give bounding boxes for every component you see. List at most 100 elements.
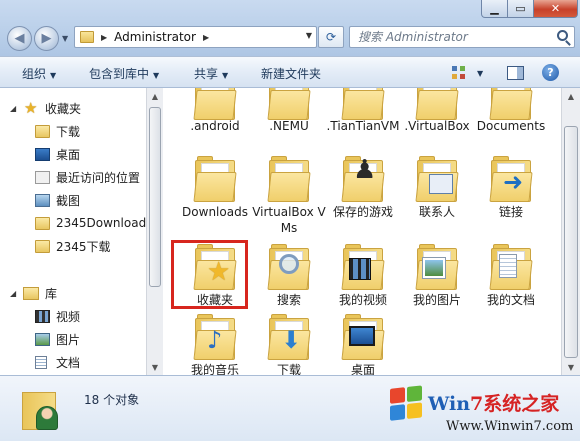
scroll-down-icon[interactable]: ▼ <box>147 359 163 375</box>
include-library-button[interactable]: 包含到库中 ▼ <box>89 65 159 82</box>
nav-libraries[interactable]: ◢ 库 <box>0 283 146 303</box>
nav-pictures[interactable]: 图片 <box>0 329 146 349</box>
nav-desktop[interactable]: 桌面 <box>0 144 146 164</box>
content-scroll-thumb[interactable] <box>564 126 578 358</box>
download-folder-icon <box>35 124 50 138</box>
preview-pane-icon[interactable] <box>507 66 524 80</box>
close-button[interactable]: ✕ <box>534 0 578 18</box>
new-folder-button[interactable]: 新建文件夹 <box>261 65 321 82</box>
folder-tiantianvm[interactable]: .TianTianVM <box>325 88 401 154</box>
refresh-icon: ⟳ <box>325 30 337 44</box>
nav-scrollbar[interactable]: ▲ ▼ <box>146 88 163 375</box>
folder-saved-games[interactable]: ♟ 保存的游戏 <box>325 156 401 238</box>
nav-favorites[interactable]: ◢ ★ 收藏夹 <box>0 98 146 118</box>
nav-2345download[interactable]: 2345下载 <box>0 236 146 256</box>
chevron-down-icon: ▼ <box>50 71 57 80</box>
share-button[interactable]: 共享 ▼ <box>194 65 228 82</box>
nav-pictures-label: 图片 <box>56 332 81 347</box>
scroll-up-icon[interactable]: ▲ <box>147 88 163 104</box>
minimize-icon: ▁ <box>490 2 499 15</box>
chevron-down-icon[interactable]: ▼ <box>477 69 483 78</box>
folder-icon <box>489 88 533 120</box>
recent-pages-dropdown[interactable]: ▼ <box>62 34 68 43</box>
nav-documents-label: 文档 <box>56 355 81 370</box>
content-scrollbar[interactable]: ▲ ▼ <box>561 88 580 375</box>
folder-label: .NEMU <box>269 119 309 133</box>
arrow-down-icon: ⬇ <box>281 326 302 354</box>
search-icon[interactable] <box>557 30 568 41</box>
logo-brand: Win7系统之家 <box>428 389 559 416</box>
folder-searches[interactable]: 搜索 <box>251 244 327 308</box>
forward-button[interactable]: ▶ <box>34 26 59 51</box>
folder-my-videos[interactable]: 我的视频 <box>325 244 401 308</box>
folder-links[interactable]: ➜ 链接 <box>473 156 549 238</box>
picture-icon <box>35 332 50 346</box>
monitor-icon <box>349 326 375 346</box>
chess-piece-icon: ♟ <box>353 155 377 185</box>
recent-places-icon <box>35 170 50 184</box>
nav-screenshots[interactable]: 截图 <box>0 190 146 210</box>
folder-label: .TianTianVM <box>326 119 400 133</box>
chevron-right-icon[interactable]: ▶ <box>203 33 209 42</box>
folder-download[interactable]: ⬇ 下载 <box>251 314 327 375</box>
organize-button[interactable]: 组织 ▼ <box>22 65 56 82</box>
nav-scroll-thumb[interactable] <box>149 107 161 287</box>
close-icon: ✕ <box>550 2 561 15</box>
scroll-up-icon[interactable]: ▲ <box>562 88 580 104</box>
contact-card-icon <box>429 174 453 194</box>
video-icon <box>35 309 50 323</box>
arrow-left-icon: ◀ <box>14 31 25 46</box>
folder-documents[interactable]: Documents <box>473 88 549 154</box>
folder-contacts[interactable]: 联系人 <box>399 156 475 238</box>
scroll-down-icon[interactable]: ▼ <box>562 359 580 375</box>
nav-2345download-label: 2345下载 <box>56 239 111 254</box>
nav-recent[interactable]: 最近访问的位置 <box>0 167 146 187</box>
minimize-button[interactable]: ▁ <box>481 0 508 18</box>
nav-favorites-label: 收藏夹 <box>45 101 82 116</box>
nav-documents[interactable]: 文档 <box>0 352 146 372</box>
folder-android[interactable]: .android <box>177 88 253 154</box>
folder-my-documents[interactable]: 我的文档 <box>473 244 549 308</box>
help-icon[interactable]: ? <box>542 64 559 81</box>
chevron-down-icon: ▼ <box>222 71 229 80</box>
folder-virtualbox[interactable]: .VirtualBox <box>399 88 475 154</box>
nav-downloads[interactable]: 下载 <box>0 121 146 141</box>
maximize-button[interactable]: ▭ <box>508 0 534 18</box>
folder-my-music[interactable]: ♪ 我的音乐 <box>177 314 253 375</box>
collapse-icon[interactable]: ◢ <box>10 104 16 113</box>
folder-label: 保存的游戏 <box>332 205 393 219</box>
folder-label: 链接 <box>498 205 523 219</box>
change-view-icon[interactable] <box>452 66 466 80</box>
refresh-button[interactable]: ⟳ <box>318 26 344 48</box>
nav-videos[interactable]: 视频 <box>0 306 146 326</box>
chevron-right-icon[interactable]: ▶ <box>101 33 107 42</box>
chevron-down-icon: ▼ <box>153 71 160 80</box>
collapse-icon[interactable]: ◢ <box>10 289 16 298</box>
highlight-box <box>171 240 248 309</box>
title-bar: ▁ ▭ ✕ ◀ ▶ ▼ ▶ Administrator ▶ ▼ ⟳ <box>0 0 580 56</box>
star-icon: ★ <box>24 98 38 117</box>
folder-icon <box>35 216 50 230</box>
folder-nemu[interactable]: .NEMU <box>251 88 327 154</box>
folder-downloads[interactable]: Downloads <box>177 156 253 238</box>
desktop-icon <box>35 147 50 161</box>
address-bar[interactable]: ▶ Administrator ▶ ▼ <box>74 26 317 48</box>
maximize-icon: ▭ <box>515 2 526 15</box>
folder-virtualboxvms[interactable]: VirtualBox VMs <box>251 156 327 238</box>
nav-desktop-label: 桌面 <box>56 147 81 162</box>
chevron-down-icon[interactable]: ▼ <box>306 31 312 40</box>
watermark-logo: Win7系统之家 Www.Winwin7.com <box>384 383 580 441</box>
nav-2345downloads[interactable]: 2345Downloads <box>0 213 146 233</box>
folder-icon <box>341 88 385 120</box>
document-icon <box>499 254 517 278</box>
folder-my-pictures[interactable]: 我的图片 <box>399 244 475 308</box>
back-button[interactable]: ◀ <box>7 26 32 51</box>
search-input[interactable] <box>350 28 550 46</box>
breadcrumb-administrator[interactable]: Administrator <box>114 30 196 44</box>
nav-videos-label: 视频 <box>56 309 81 324</box>
folder-icon <box>415 88 459 120</box>
folder-desktop[interactable]: 桌面 <box>325 314 401 375</box>
user-folder-icon <box>22 386 58 432</box>
folder-icon <box>80 31 94 43</box>
folder-label: 我的图片 <box>412 293 461 307</box>
